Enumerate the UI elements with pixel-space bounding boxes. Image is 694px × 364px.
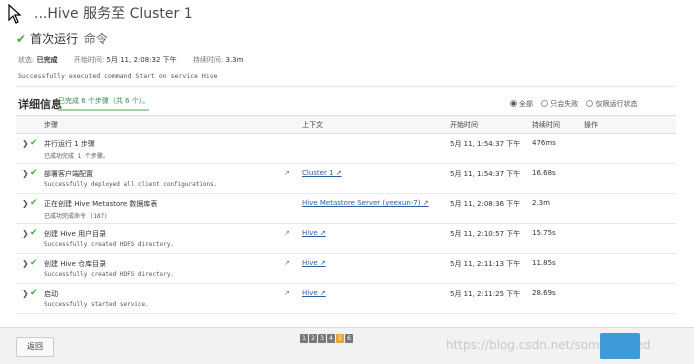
chevron-right-icon[interactable]: ❯	[22, 139, 29, 148]
step-context-link[interactable]: Hive ↗	[302, 289, 326, 297]
step-start-time: 5月 11, 2:11:13 下午	[450, 260, 521, 268]
filter-running[interactable]: 仅限运行状态	[586, 100, 637, 108]
chevron-right-icon[interactable]: ❯	[22, 259, 29, 268]
page-button[interactable]: 6	[345, 334, 353, 343]
external-link-icon[interactable]: ↗	[284, 169, 290, 177]
step-duration: 15.75s	[532, 229, 556, 237]
step-start-time: 5月 11, 2:11:25 下午	[450, 290, 521, 298]
external-link-icon[interactable]: ↗	[284, 259, 290, 267]
check-icon: ✔	[30, 168, 38, 178]
check-icon: ✔	[30, 288, 38, 298]
page-button[interactable]: 2	[309, 334, 317, 343]
col-context: 上下文	[302, 121, 323, 129]
col-start-time: 开始时间	[450, 121, 478, 129]
pagination: 123456	[300, 333, 354, 343]
table-header: 步骤 上下文 开始时间 持续时间 操作	[16, 116, 676, 134]
step-message: Successfully created HDFS directory.	[44, 241, 175, 248]
check-icon: ✔	[30, 198, 38, 208]
radio-icon	[586, 100, 594, 107]
col-actions: 操作	[584, 121, 598, 129]
divider	[16, 86, 676, 87]
check-icon: ✔	[30, 258, 38, 268]
chevron-right-icon[interactable]: ❯	[22, 169, 29, 178]
steps-done-summary: 已完成 6 个步骤（共 6 个）。	[58, 96, 150, 111]
chevron-right-icon[interactable]: ❯	[22, 229, 29, 238]
chevron-right-icon[interactable]: ❯	[22, 199, 29, 208]
table-row[interactable]: ❯ ✔ 创建 Hive 用户目录 Successfully created HDFS …	[16, 224, 676, 254]
duration-value: 3.3m	[225, 56, 244, 64]
duration-label: 持续时间:	[192, 56, 224, 64]
result-message: Successfully executed command Start on s…	[18, 72, 218, 80]
step-duration: 28.69s	[532, 289, 556, 297]
step-context-link[interactable]: Cluster 1 ↗	[302, 169, 342, 177]
table-row[interactable]: ❯ ✔ 创建 Hive 仓库目录 Successfully created HDFS …	[16, 254, 676, 284]
step-message: 已成功完成 1 个步骤。	[44, 153, 109, 160]
status-row: 状态: 已完成 开始时间: 5月 11, 2:08:32 下午 持续时间: 3.…	[18, 55, 257, 65]
step-name: 正在创建 Hive Metastore 数据库表	[44, 200, 158, 208]
table-row[interactable]: ❯ ✔ 启动 Successfully started service. ↗ Hive ↗…	[16, 284, 676, 314]
col-step: 步骤	[44, 121, 58, 129]
step-message: Successfully deployed all client configu…	[44, 181, 218, 188]
back-button[interactable]: 返回	[16, 337, 54, 357]
check-icon: ✔	[30, 138, 38, 148]
page-button[interactable]: 1	[300, 334, 308, 343]
step-duration: 16.68s	[532, 169, 556, 177]
step-start-time: 5月 11, 2:08:36 下午	[450, 200, 521, 208]
step-duration: 476ms	[532, 139, 556, 147]
footer-bar: 返回 123456 https://blog.csdn.net/someLnil…	[0, 327, 694, 364]
step-context-link[interactable]: Hive Metastore Server (yeexun-7) ↗	[302, 199, 429, 207]
filter-group: 全部 只会失败 仅限运行状态	[510, 99, 643, 109]
command-label: 命令	[83, 32, 108, 46]
filter-all[interactable]: 全部	[510, 100, 533, 108]
step-message: 已成功完成命令 (187)	[44, 213, 108, 220]
step-context-link[interactable]: Hive ↗	[302, 229, 326, 237]
page-button[interactable]: 4	[327, 334, 335, 343]
steps-table: 步骤 上下文 开始时间 持续时间 操作 ❯ ✔ 并行运行 1 步骤 已成功完成 1 个…	[16, 115, 676, 314]
table-row[interactable]: ❯ ✔ 并行运行 1 步骤已成功完成 1 个步骤。 5月 11, 1:54:37 下午…	[16, 134, 676, 164]
step-duration: 11.85s	[532, 259, 556, 267]
state-value: 已完成	[36, 56, 58, 64]
step-start-time: 5月 11, 2:10:57 下午	[450, 230, 521, 238]
page-button[interactable]: 5	[336, 334, 344, 343]
step-name: 并行运行 1 步骤	[44, 140, 95, 148]
step-duration: 2.3m	[532, 199, 550, 207]
page-title: ...Hive 服务至 Cluster 1	[34, 6, 193, 22]
check-icon: ✔	[30, 228, 38, 238]
step-message: Successfully created HDFS directory.	[44, 271, 175, 278]
start-label: 开始时间:	[73, 56, 105, 64]
command-heading: ✔ 首次运行 命令	[16, 30, 108, 47]
external-link-icon[interactable]: ↗	[284, 229, 290, 237]
step-name: 启动	[44, 290, 58, 298]
state-label: 状态:	[18, 56, 35, 64]
details-heading: 详细信息	[18, 98, 62, 111]
radio-icon	[541, 100, 549, 107]
step-message: Successfully started service.	[44, 301, 149, 308]
page-button[interactable]: 3	[318, 334, 326, 343]
table-row[interactable]: ❯ ✔ 部署客户端配置 Successfully deployed all clien…	[16, 164, 676, 194]
table-row[interactable]: ❯ ✔ 正在创建 Hive Metastore 数据库表 已成功完成命令 (187) H…	[16, 194, 676, 224]
step-context-link[interactable]: Hive ↗	[302, 259, 326, 267]
step-name: 创建 Hive 仓库目录	[44, 260, 107, 268]
step-start-time: 5月 11, 1:54:37 下午	[450, 140, 521, 148]
chevron-right-icon[interactable]: ❯	[22, 289, 29, 298]
continue-button[interactable]	[600, 333, 640, 359]
external-link-icon[interactable]: ↗	[284, 289, 290, 297]
col-duration: 持续时间	[532, 121, 560, 129]
step-start-time: 5月 11, 1:54:37 下午	[450, 170, 521, 178]
step-name: 创建 Hive 用户目录	[44, 230, 107, 238]
filter-failed[interactable]: 只会失败	[541, 100, 578, 108]
command-subtitle: 首次运行	[30, 32, 79, 46]
radio-icon	[510, 100, 517, 107]
mouse-cursor-icon	[8, 4, 22, 24]
step-name: 部署客户端配置	[44, 170, 93, 178]
check-icon: ✔	[16, 32, 27, 46]
start-value: 5月 11, 2:08:32 下午	[106, 56, 177, 64]
